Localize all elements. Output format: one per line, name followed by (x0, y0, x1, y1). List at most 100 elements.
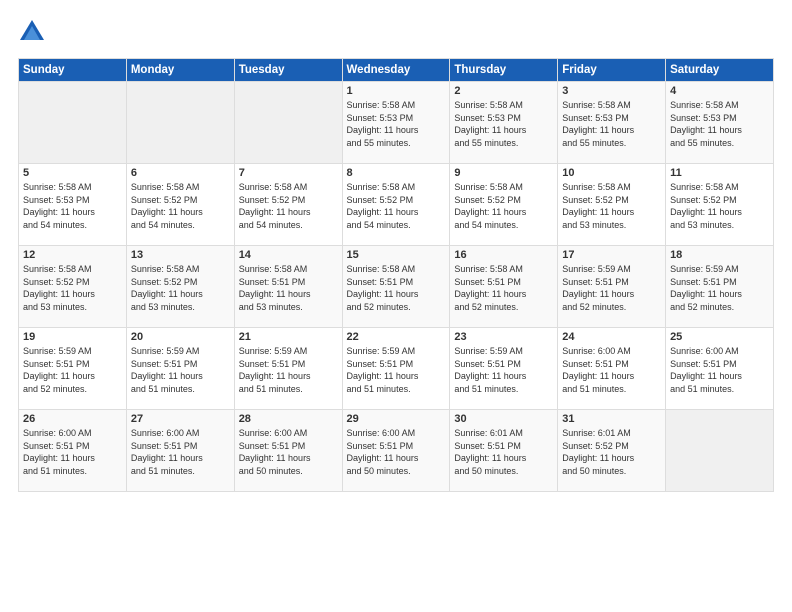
day-number: 22 (347, 331, 446, 343)
calendar-cell: 5Sunrise: 5:58 AM Sunset: 5:53 PM Daylig… (19, 164, 127, 246)
day-info: Sunrise: 6:00 AM Sunset: 5:51 PM Dayligh… (23, 427, 122, 477)
day-number: 4 (670, 85, 769, 97)
day-number: 14 (239, 249, 338, 261)
day-info: Sunrise: 5:58 AM Sunset: 5:53 PM Dayligh… (562, 99, 661, 149)
day-info: Sunrise: 5:58 AM Sunset: 5:53 PM Dayligh… (454, 99, 553, 149)
calendar-day-header: Monday (126, 59, 234, 82)
day-number: 19 (23, 331, 122, 343)
day-info: Sunrise: 5:58 AM Sunset: 5:53 PM Dayligh… (670, 99, 769, 149)
calendar-cell: 2 Sunrise: 5:58 AM Sunset: 5:53 PM Daylig… (450, 82, 558, 164)
day-number: 29 (347, 413, 446, 425)
day-info: Sunrise: 5:58 AM Sunset: 5:52 PM Dayligh… (347, 181, 446, 231)
day-info: Sunrise: 5:58 AM Sunset: 5:52 PM Dayligh… (239, 181, 338, 231)
calendar-week-row: 1 Sunrise: 5:58 AM Sunset: 5:53 PM Daylig… (19, 82, 774, 164)
calendar-cell: 30 Sunrise: 6:01 AM Sunset: 5:51 PM Dayli… (450, 410, 558, 492)
calendar-cell: 12 Sunrise: 5:58 AM Sunset: 5:52 PM Dayli… (19, 246, 127, 328)
day-info: Sunrise: 6:00 AM Sunset: 5:51 PM Dayligh… (131, 427, 230, 477)
day-info: Sunrise: 6:01 AM Sunset: 5:51 PM Dayligh… (454, 427, 553, 477)
day-info: Sunrise: 5:59 AM Sunset: 5:51 PM Dayligh… (454, 345, 553, 395)
calendar-cell: 15 Sunrise: 5:58 AM Sunset: 5:51 PM Dayli… (342, 246, 450, 328)
calendar-day-header: Tuesday (234, 59, 342, 82)
calendar-cell: 4 Sunrise: 5:58 AM Sunset: 5:53 PM Daylig… (666, 82, 774, 164)
calendar-cell: 10 Sunrise: 5:58 AM Sunset: 5:52 PM Dayli… (558, 164, 666, 246)
day-number: 1 (347, 85, 446, 97)
calendar-cell (666, 410, 774, 492)
day-number: 31 (562, 413, 661, 425)
day-number: 8 (347, 167, 446, 179)
day-info: Sunrise: 5:59 AM Sunset: 5:51 PM Dayligh… (670, 263, 769, 313)
day-number: 16 (454, 249, 553, 261)
day-number: 10 (562, 167, 661, 179)
calendar-cell: 11 Sunrise: 5:58 AM Sunset: 5:52 PM Dayli… (666, 164, 774, 246)
day-info: Sunrise: 6:00 AM Sunset: 5:51 PM Dayligh… (562, 345, 661, 395)
day-info: Sunrise: 5:58 AM Sunset: 5:52 PM Dayligh… (23, 263, 122, 313)
calendar-cell: 13 Sunrise: 5:58 AM Sunset: 5:52 PM Dayli… (126, 246, 234, 328)
calendar-cell: 24 Sunrise: 6:00 AM Sunset: 5:51 PM Dayli… (558, 328, 666, 410)
calendar-cell: 23 Sunrise: 5:59 AM Sunset: 5:51 PM Dayli… (450, 328, 558, 410)
calendar-cell (234, 82, 342, 164)
day-number: 21 (239, 331, 338, 343)
calendar-cell: 28 Sunrise: 6:00 AM Sunset: 5:51 PM Dayli… (234, 410, 342, 492)
calendar-cell (19, 82, 127, 164)
day-number: 18 (670, 249, 769, 261)
day-info: Sunrise: 5:59 AM Sunset: 5:51 PM Dayligh… (562, 263, 661, 313)
day-number: 2 (454, 85, 553, 97)
day-number: 17 (562, 249, 661, 261)
day-number: 11 (670, 167, 769, 179)
day-info: Sunrise: 5:59 AM Sunset: 5:51 PM Dayligh… (239, 345, 338, 395)
day-info: Sunrise: 5:59 AM Sunset: 5:51 PM Dayligh… (131, 345, 230, 395)
day-number: 15 (347, 249, 446, 261)
day-info: Sunrise: 6:00 AM Sunset: 5:51 PM Dayligh… (347, 427, 446, 477)
day-info: Sunrise: 5:59 AM Sunset: 5:51 PM Dayligh… (23, 345, 122, 395)
calendar-cell: 18 Sunrise: 5:59 AM Sunset: 5:51 PM Dayli… (666, 246, 774, 328)
day-number: 26 (23, 413, 122, 425)
day-number: 5 (23, 167, 122, 179)
calendar-cell: 14 Sunrise: 5:58 AM Sunset: 5:51 PM Dayli… (234, 246, 342, 328)
calendar-table: SundayMondayTuesdayWednesdayThursdayFrid… (18, 58, 774, 492)
page-container: SundayMondayTuesdayWednesdayThursdayFrid… (0, 0, 792, 502)
day-info: Sunrise: 5:58 AM Sunset: 5:53 PM Dayligh… (347, 99, 446, 149)
calendar-day-header: Friday (558, 59, 666, 82)
calendar-cell: 8 Sunrise: 5:58 AM Sunset: 5:52 PM Daylig… (342, 164, 450, 246)
day-info: Sunrise: 6:01 AM Sunset: 5:52 PM Dayligh… (562, 427, 661, 477)
day-number: 25 (670, 331, 769, 343)
calendar-cell: 16 Sunrise: 5:58 AM Sunset: 5:51 PM Dayli… (450, 246, 558, 328)
calendar-day-header: Sunday (19, 59, 127, 82)
day-info: Sunrise: 5:58 AM Sunset: 5:51 PM Dayligh… (347, 263, 446, 313)
day-info: Sunrise: 5:58 AM Sunset: 5:52 PM Dayligh… (562, 181, 661, 231)
calendar-cell: 19 Sunrise: 5:59 AM Sunset: 5:51 PM Dayli… (19, 328, 127, 410)
day-number: 7 (239, 167, 338, 179)
day-number: 20 (131, 331, 230, 343)
day-number: 28 (239, 413, 338, 425)
page-header (18, 18, 774, 46)
calendar-week-row: 26 Sunrise: 6:00 AM Sunset: 5:51 PM Dayli… (19, 410, 774, 492)
calendar-day-header: Wednesday (342, 59, 450, 82)
calendar-cell: 20 Sunrise: 5:59 AM Sunset: 5:51 PM Dayli… (126, 328, 234, 410)
day-number: 12 (23, 249, 122, 261)
day-info: Sunrise: 5:58 AM Sunset: 5:52 PM Dayligh… (670, 181, 769, 231)
logo-icon (18, 18, 46, 46)
calendar-cell: 7 Sunrise: 5:58 AM Sunset: 5:52 PM Daylig… (234, 164, 342, 246)
day-info: Sunrise: 5:58 AM Sunset: 5:52 PM Dayligh… (131, 263, 230, 313)
calendar-cell: 29 Sunrise: 6:00 AM Sunset: 5:51 PM Dayli… (342, 410, 450, 492)
calendar-header-row: SundayMondayTuesdayWednesdayThursdayFrid… (19, 59, 774, 82)
calendar-cell: 6Sunrise: 5:58 AM Sunset: 5:52 PM Daylig… (126, 164, 234, 246)
calendar-cell: 17 Sunrise: 5:59 AM Sunset: 5:51 PM Dayli… (558, 246, 666, 328)
day-number: 23 (454, 331, 553, 343)
day-info: Sunrise: 5:59 AM Sunset: 5:51 PM Dayligh… (347, 345, 446, 395)
day-info: Sunrise: 5:58 AM Sunset: 5:51 PM Dayligh… (239, 263, 338, 313)
day-number: 24 (562, 331, 661, 343)
day-info: Sunrise: 6:00 AM Sunset: 5:51 PM Dayligh… (239, 427, 338, 477)
calendar-cell: 21 Sunrise: 5:59 AM Sunset: 5:51 PM Dayli… (234, 328, 342, 410)
calendar-week-row: 5Sunrise: 5:58 AM Sunset: 5:53 PM Daylig… (19, 164, 774, 246)
day-number: 27 (131, 413, 230, 425)
day-info: Sunrise: 5:58 AM Sunset: 5:51 PM Dayligh… (454, 263, 553, 313)
calendar-cell (126, 82, 234, 164)
day-number: 30 (454, 413, 553, 425)
calendar-cell: 31 Sunrise: 6:01 AM Sunset: 5:52 PM Dayli… (558, 410, 666, 492)
day-info: Sunrise: 6:00 AM Sunset: 5:51 PM Dayligh… (670, 345, 769, 395)
day-number: 3 (562, 85, 661, 97)
day-number: 13 (131, 249, 230, 261)
day-number: 6 (131, 167, 230, 179)
calendar-cell: 27 Sunrise: 6:00 AM Sunset: 5:51 PM Dayli… (126, 410, 234, 492)
